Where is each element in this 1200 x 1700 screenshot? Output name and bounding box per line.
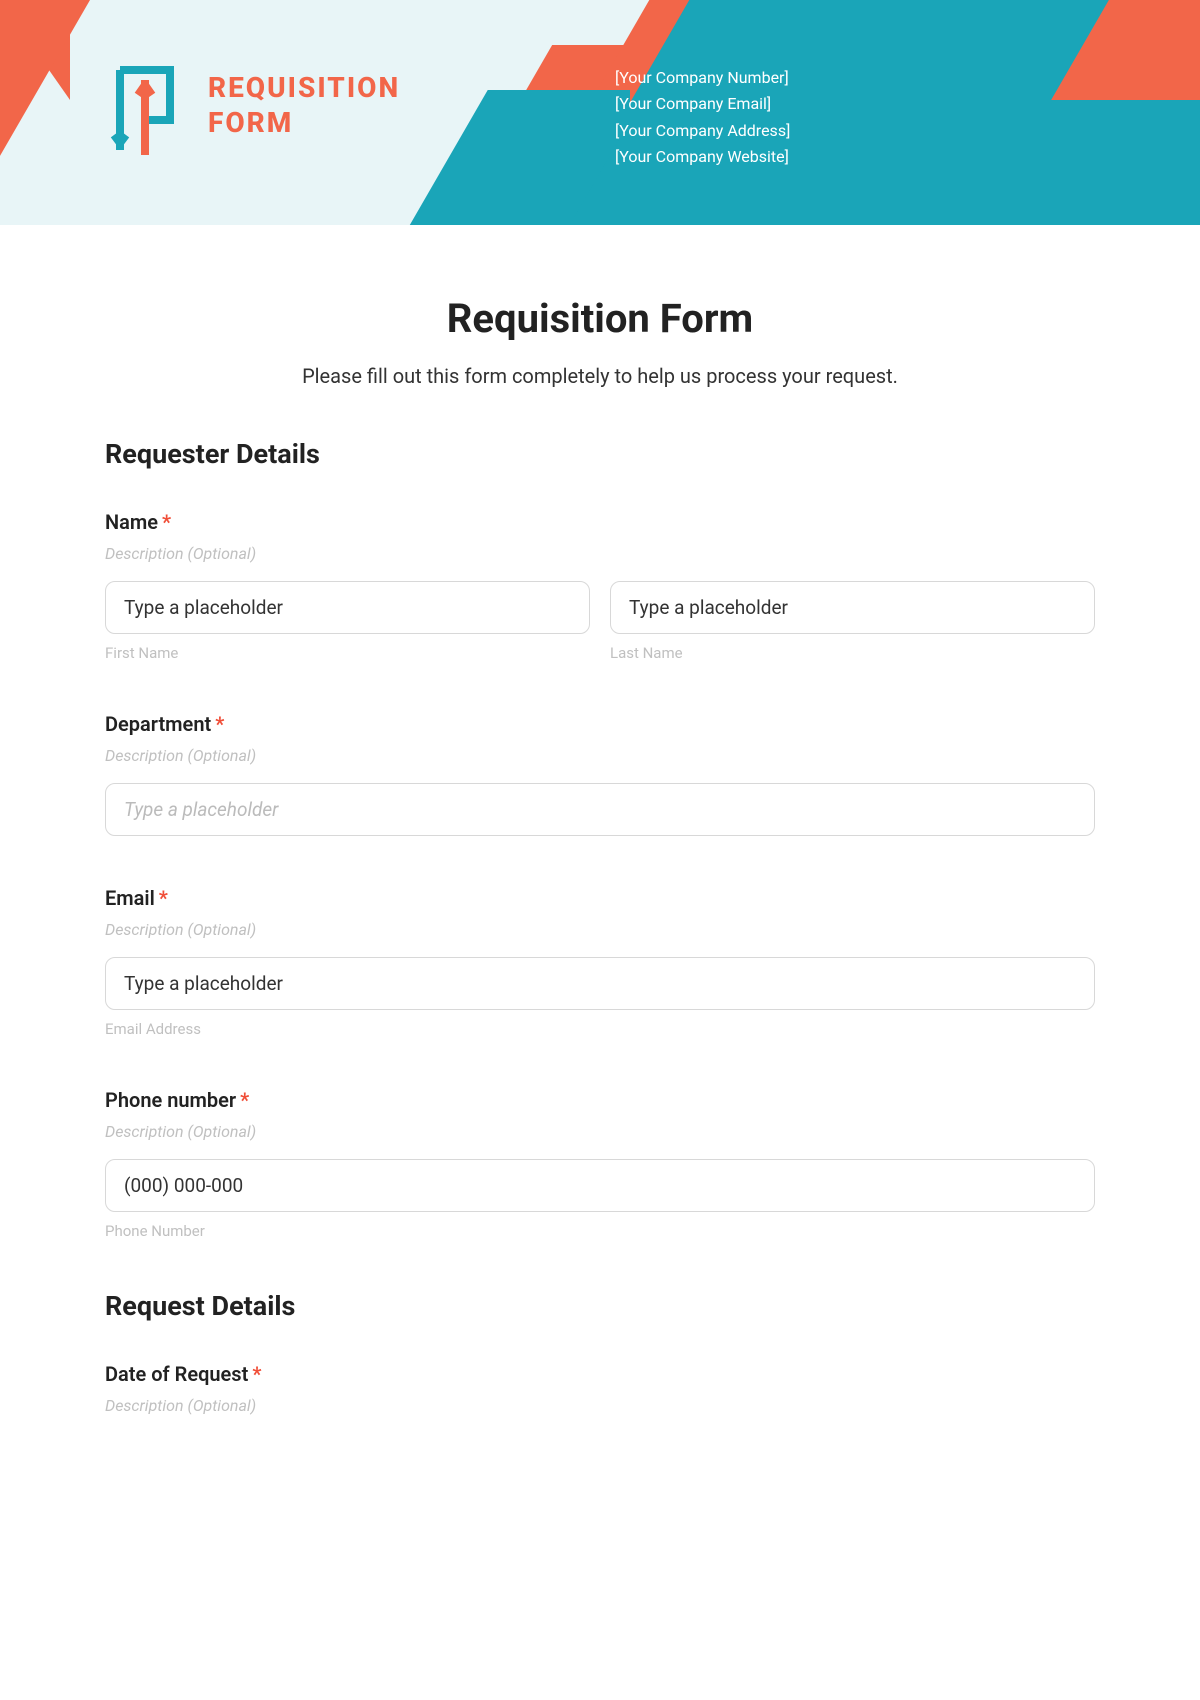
form-subtitle: Please fill out this form completely to … — [105, 364, 1095, 388]
required-mark: * — [240, 1088, 249, 1112]
required-mark: * — [162, 510, 171, 534]
email-description: Description (Optional) — [105, 920, 1095, 939]
department-description: Description (Optional) — [105, 746, 1095, 765]
company-email: [Your Company Email] — [615, 91, 790, 117]
date-description: Description (Optional) — [105, 1396, 1095, 1415]
phone-input[interactable] — [105, 1159, 1095, 1212]
department-label: Department * — [105, 712, 1095, 736]
last-name-sublabel: Last Name — [610, 644, 1095, 662]
required-mark: * — [215, 712, 224, 736]
name-description: Description (Optional) — [105, 544, 1095, 563]
company-info: [Your Company Number] [Your Company Emai… — [615, 65, 790, 171]
company-number: [Your Company Number] — [615, 65, 790, 91]
department-input[interactable] — [105, 783, 1095, 836]
field-phone: Phone number * Description (Optional) Ph… — [105, 1088, 1095, 1240]
email-label: Email * — [105, 886, 1095, 910]
email-input[interactable] — [105, 957, 1095, 1010]
field-date: Date of Request * Description (Optional) — [105, 1362, 1095, 1415]
logo-line1: REQUISITION — [208, 70, 400, 105]
last-name-input[interactable] — [610, 581, 1095, 634]
field-name: Name * Description (Optional) First Name… — [105, 510, 1095, 662]
section-request-title: Request Details — [105, 1290, 1095, 1322]
logo-line2: FORM — [208, 105, 400, 140]
email-sublabel: Email Address — [105, 1020, 1095, 1038]
field-email: Email * Description (Optional) Email Add… — [105, 886, 1095, 1038]
required-mark: * — [159, 886, 168, 910]
section-requester-title: Requester Details — [105, 438, 1095, 470]
name-label: Name * — [105, 510, 1095, 534]
first-name-input[interactable] — [105, 581, 590, 634]
date-label: Date of Request * — [105, 1362, 1095, 1386]
phone-sublabel: Phone Number — [105, 1222, 1095, 1240]
phone-label: Phone number * — [105, 1088, 1095, 1112]
field-department: Department * Description (Optional) — [105, 712, 1095, 836]
company-address: [Your Company Address] — [615, 118, 790, 144]
phone-description: Description (Optional) — [105, 1122, 1095, 1141]
logo-text: REQUISITION FORM — [208, 70, 400, 140]
header-logo: REQUISITION FORM — [110, 50, 400, 160]
required-mark: * — [252, 1362, 261, 1386]
header-shape-left — [0, 0, 70, 100]
form-title: Requisition Form — [105, 295, 1095, 342]
header-banner: REQUISITION FORM [Your Company Number] [… — [0, 0, 1200, 225]
logo-icon — [110, 50, 180, 160]
first-name-sublabel: First Name — [105, 644, 590, 662]
form-content: Requisition Form Please fill out this fo… — [0, 225, 1200, 1505]
company-website: [Your Company Website] — [615, 144, 790, 170]
